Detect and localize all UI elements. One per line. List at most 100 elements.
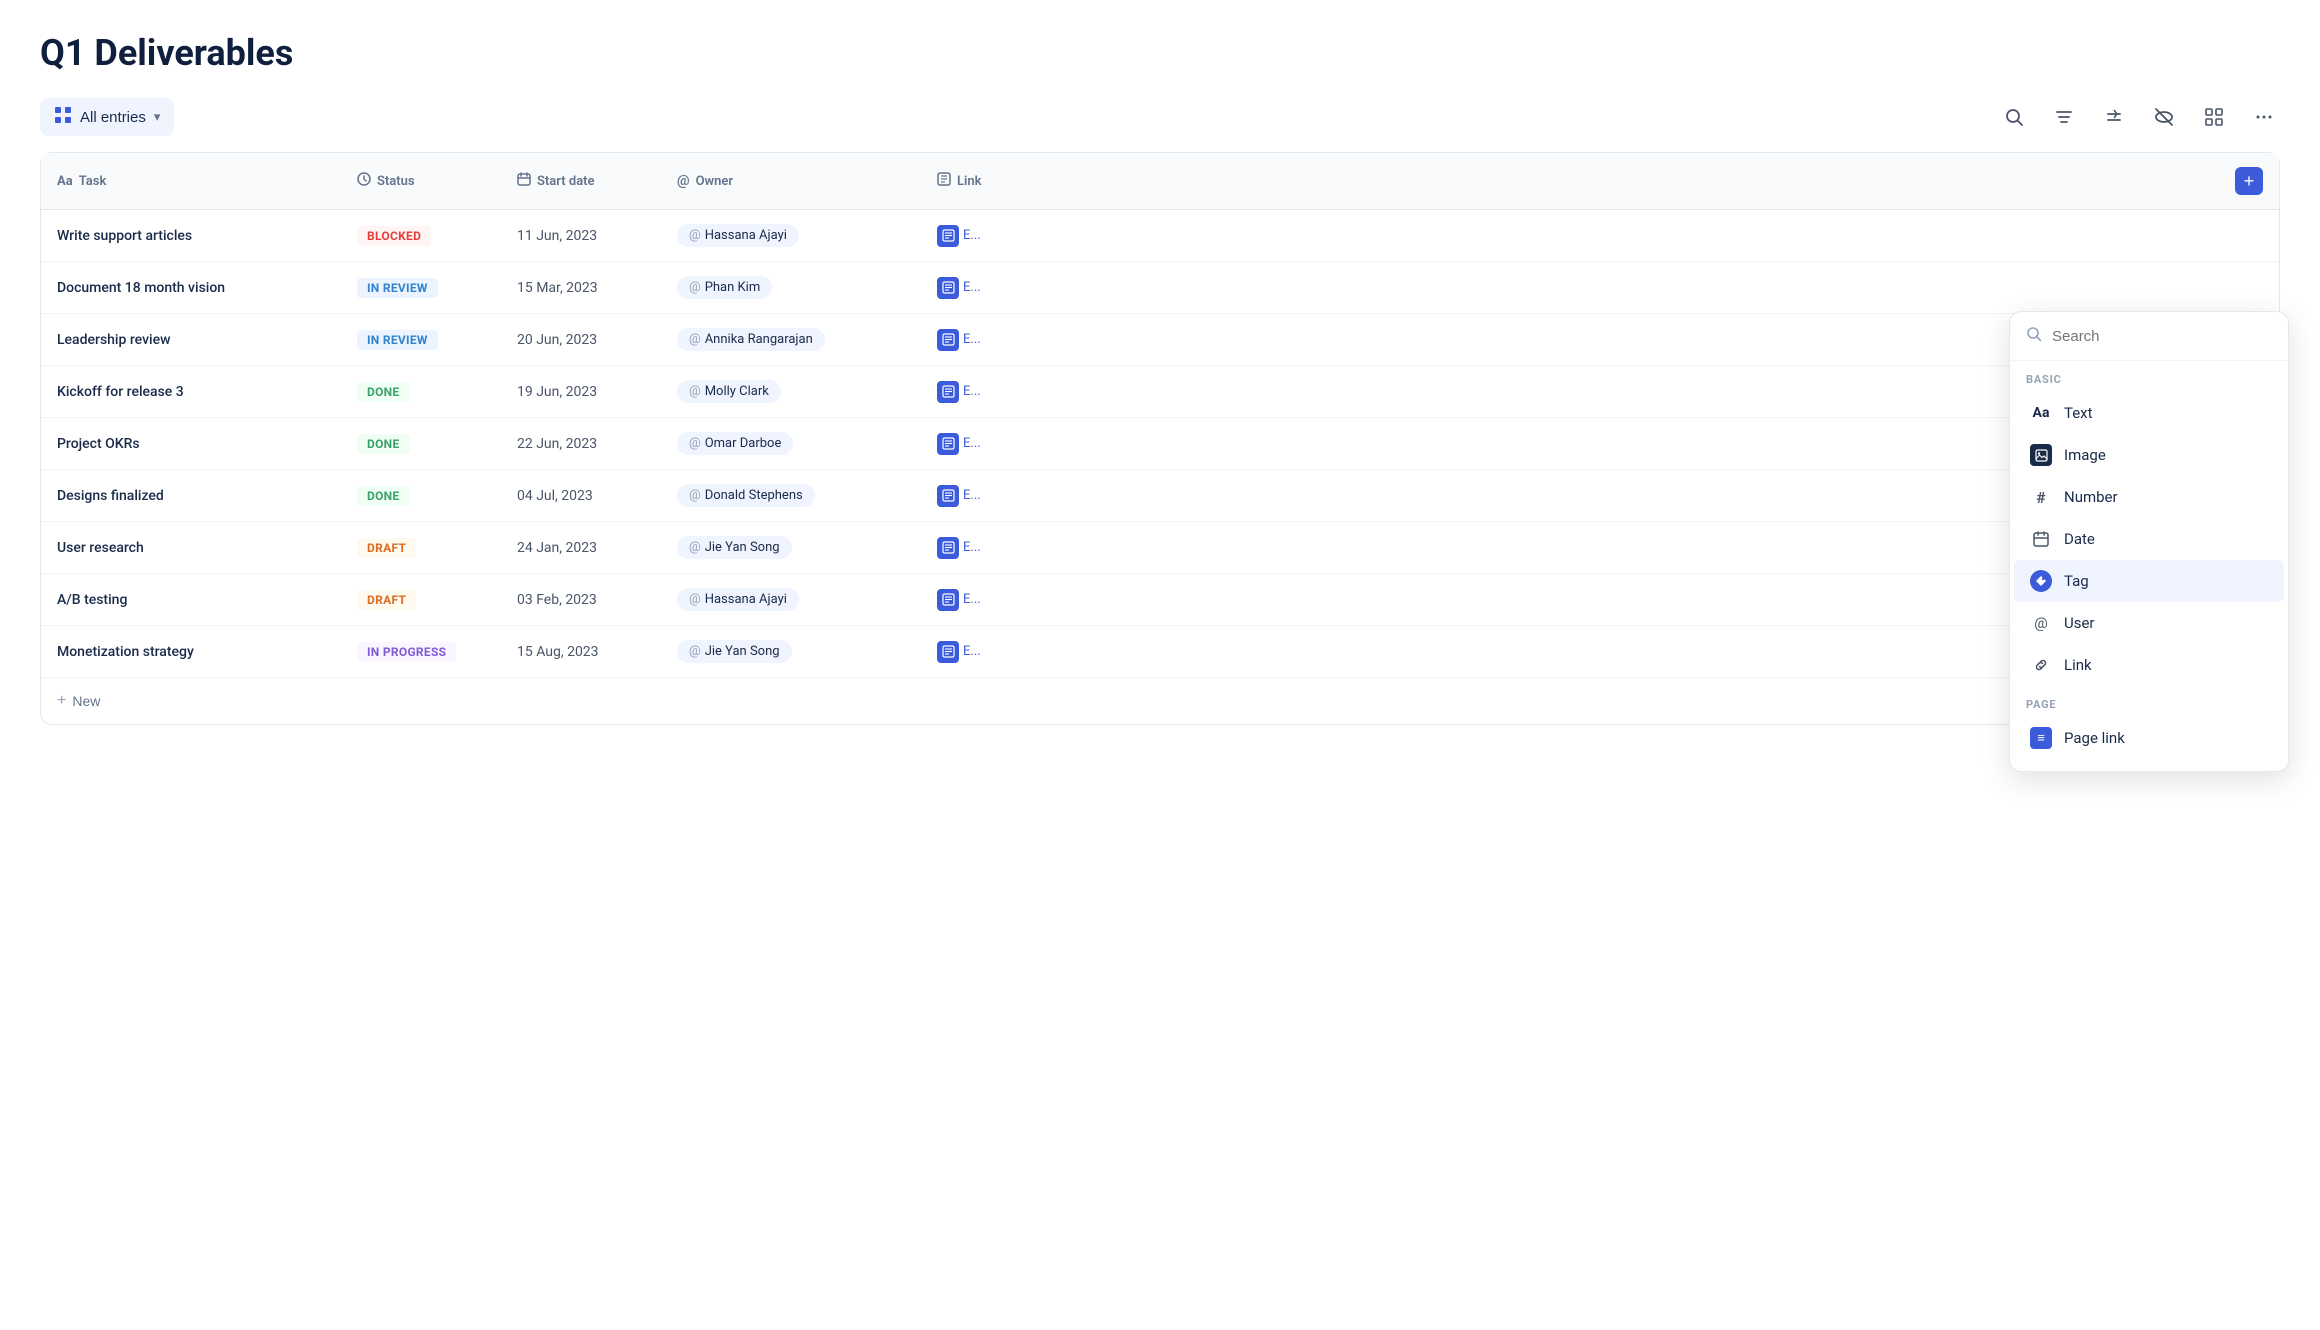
dropdown-item-link[interactable]: Link (2014, 644, 2284, 686)
link-col-icon (937, 172, 951, 190)
chevron-down-icon: ▾ (154, 109, 161, 125)
status-cell: IN REVIEW (341, 314, 501, 366)
dropdown-item-user[interactable]: @ User (2014, 602, 2284, 644)
owner-cell: @Donald Stephens (661, 470, 921, 522)
status-cell: BLOCKED (341, 210, 501, 262)
status-badge: DRAFT (357, 538, 416, 558)
link-icon-box (937, 329, 959, 351)
link-icon-box (937, 537, 959, 559)
page-title: Q1 Deliverables (40, 32, 2280, 74)
owner-tag: @Hassana Ajayi (677, 224, 799, 247)
add-new-cell: + New (41, 678, 2279, 725)
startdate-cell: 15 Aug, 2023 (501, 626, 661, 678)
dropdown-item-number[interactable]: # Number (2014, 476, 2284, 518)
clock-icon (357, 172, 371, 190)
startdate-cell: 19 Jun, 2023 (501, 366, 661, 418)
link-label: E... (963, 540, 981, 555)
status-cell: DRAFT (341, 574, 501, 626)
task-cell: Monetization strategy (41, 626, 341, 678)
sort-button[interactable] (2098, 101, 2130, 133)
owner-cell: @Annika Rangarajan (661, 314, 921, 366)
status-badge: IN REVIEW (357, 278, 438, 298)
table-wrapper: Aa Task Status (40, 152, 2280, 725)
owner-tag: @Omar Darboe (677, 432, 793, 455)
owner-tag: @Donald Stephens (677, 484, 815, 507)
status-badge: DRAFT (357, 590, 416, 610)
owner-cell: @Jie Yan Song (661, 522, 921, 574)
dropdown-item-image[interactable]: Image (2014, 434, 2284, 476)
link-type-icon (2030, 654, 2052, 676)
link-icon-box (937, 485, 959, 507)
dropdown-item-page-link[interactable]: ≡ Page link (2014, 717, 2284, 759)
status-cell: IN PROGRESS (341, 626, 501, 678)
link-icon-box (937, 277, 959, 299)
table-row: A/B testing DRAFT 03 Feb, 2023 @Hassana … (41, 574, 2279, 626)
link-label: E... (963, 592, 981, 607)
table-row: Leadership review IN REVIEW 20 Jun, 2023… (41, 314, 2279, 366)
view-toggle-button[interactable] (2198, 101, 2230, 133)
link-icon-box (937, 433, 959, 455)
owner-cell: @Omar Darboe (661, 418, 921, 470)
grid-icon (54, 106, 72, 128)
dropdown-date-label: Date (2064, 530, 2095, 548)
link-label: E... (963, 644, 981, 659)
col-header-startdate[interactable]: Start date (501, 153, 661, 210)
link-label: E... (963, 332, 981, 347)
startdate-cell: 15 Mar, 2023 (501, 262, 661, 314)
dropdown-item-tag[interactable]: Tag (2014, 560, 2284, 602)
status-badge: IN REVIEW (357, 330, 438, 350)
startdate-cell: 24 Jan, 2023 (501, 522, 661, 574)
dropdown-item-text[interactable]: Aa Text (2014, 392, 2284, 434)
col-header-status[interactable]: Status (341, 153, 501, 210)
owner-tag: @Jie Yan Song (677, 640, 792, 663)
link-icon-box (937, 641, 959, 663)
owner-tag: @Molly Clark (677, 380, 781, 403)
add-new-row: + New (41, 678, 2279, 725)
status-badge: DONE (357, 434, 410, 454)
status-cell: DONE (341, 366, 501, 418)
dropdown-search-input[interactable] (2052, 328, 2272, 345)
add-column-button[interactable]: + (2235, 167, 2263, 195)
table-row: Project OKRs DONE 22 Jun, 2023 @Omar Dar… (41, 418, 2279, 470)
image-type-icon (2030, 444, 2052, 466)
search-button[interactable] (1998, 101, 2030, 133)
dropdown-item-date[interactable]: Date (2014, 518, 2284, 560)
filter-button[interactable] (2048, 101, 2080, 133)
col-header-owner[interactable]: @ Owner (661, 153, 921, 210)
table-row: Designs finalized DONE 04 Jul, 2023 @Don… (41, 470, 2279, 522)
dropdown-tag-label: Tag (2064, 572, 2089, 590)
status-badge: IN PROGRESS (357, 642, 456, 662)
owner-cell: @Hassana Ajayi (661, 574, 921, 626)
status-badge: DONE (357, 486, 410, 506)
table-row: Write support articles BLOCKED 11 Jun, 2… (41, 210, 2279, 262)
table-header-row: Aa Task Status (41, 153, 2279, 210)
add-new-label: New (72, 693, 100, 709)
tag-type-icon (2030, 570, 2052, 592)
all-entries-label: All entries (80, 109, 146, 126)
col-header-task[interactable]: Aa Task (41, 153, 341, 210)
more-options-button[interactable] (2248, 101, 2280, 133)
status-badge: DONE (357, 382, 410, 402)
status-cell: DONE (341, 470, 501, 522)
owner-tag: @Annika Rangarajan (677, 328, 825, 351)
dropdown-image-label: Image (2064, 446, 2106, 464)
startdate-cell: 22 Jun, 2023 (501, 418, 661, 470)
toolbar: All entries ▾ (40, 98, 2280, 136)
owner-tag: @Jie Yan Song (677, 536, 792, 559)
owner-cell: @Jie Yan Song (661, 626, 921, 678)
col-header-link[interactable]: Link + (921, 153, 2279, 210)
table-row: Kickoff for release 3 DONE 19 Jun, 2023 … (41, 366, 2279, 418)
calendar-icon (517, 172, 531, 190)
all-entries-button[interactable]: All entries ▾ (40, 98, 174, 136)
add-new-button[interactable]: + New (57, 692, 100, 710)
table-row: Monetization strategy IN PROGRESS 15 Aug… (41, 626, 2279, 678)
link-label: E... (963, 488, 981, 503)
hide-button[interactable] (2148, 101, 2180, 133)
dropdown-basic-label: BASIC (2010, 361, 2288, 392)
status-cell: IN REVIEW (341, 262, 501, 314)
status-badge: BLOCKED (357, 226, 431, 246)
dropdown-link-label: Link (2064, 656, 2092, 674)
task-cell: User research (41, 522, 341, 574)
task-cell: Designs finalized (41, 470, 341, 522)
main-table: Aa Task Status (41, 153, 2279, 724)
